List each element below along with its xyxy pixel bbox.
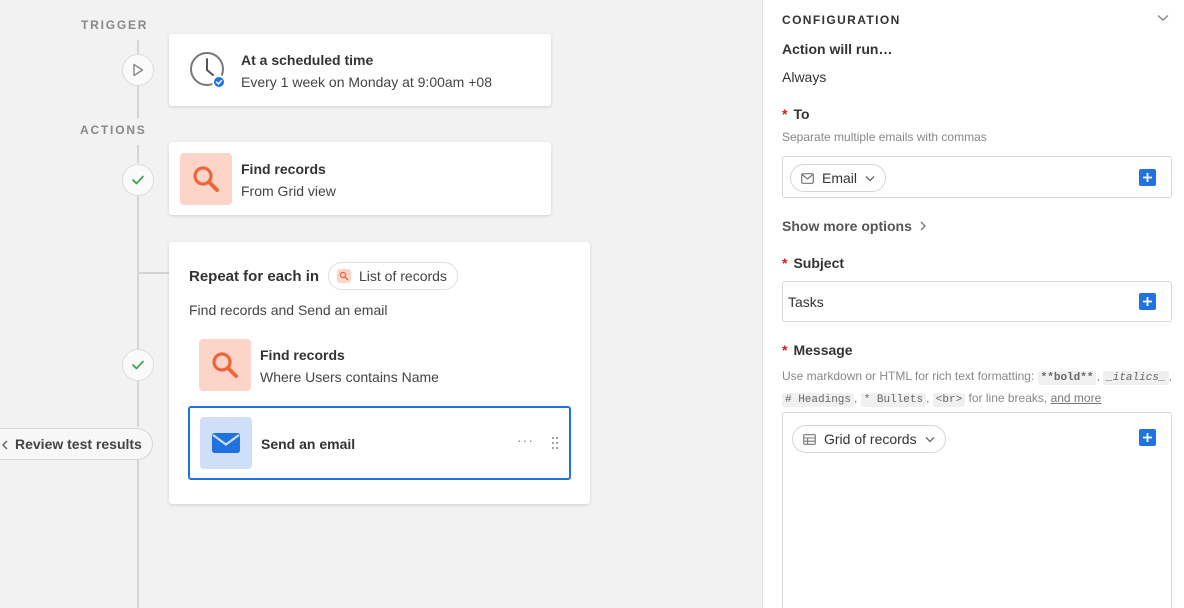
message-field[interactable]: Grid of records bbox=[782, 412, 1172, 608]
and-more-link[interactable]: and more bbox=[1051, 391, 1102, 405]
chevron-right-icon bbox=[920, 221, 926, 231]
to-add-field-button[interactable] bbox=[1139, 169, 1156, 186]
message-label-text: Message bbox=[793, 342, 853, 358]
find-records-title: Find records bbox=[241, 161, 326, 177]
plus-icon bbox=[1143, 433, 1152, 442]
plus-icon bbox=[1143, 297, 1152, 306]
nested-find-subtitle: Where Users contains Name bbox=[260, 369, 439, 385]
find-records-tile bbox=[180, 153, 232, 205]
to-label-text: To bbox=[793, 106, 810, 122]
pill-label: List of records bbox=[359, 268, 447, 284]
to-label: * To bbox=[782, 106, 810, 122]
show-more-label: Show more options bbox=[782, 218, 912, 234]
code-bullets-example: * Bullets bbox=[860, 393, 927, 407]
subject-value: Tasks bbox=[788, 294, 824, 310]
chevron-left-icon bbox=[1, 440, 8, 450]
configuration-heading: CONFIGURATION bbox=[782, 13, 901, 27]
trigger-title: At a scheduled time bbox=[241, 52, 374, 68]
envelope-outline-icon bbox=[801, 172, 814, 184]
configuration-panel: CONFIGURATION Action will run… Always * T… bbox=[762, 0, 1184, 608]
search-icon bbox=[337, 269, 351, 283]
to-help-text: Separate multiple emails with commas bbox=[782, 130, 987, 144]
trigger-play-node[interactable] bbox=[122, 54, 154, 86]
list-of-records-pill[interactable]: List of records bbox=[328, 262, 458, 290]
drag-handle-icon[interactable] bbox=[551, 436, 559, 455]
required-marker: * bbox=[782, 342, 788, 358]
help-prefix: Use markdown or HTML for rich text forma… bbox=[782, 369, 1035, 383]
code-italics-example: _italics_ bbox=[1103, 371, 1169, 385]
play-icon bbox=[133, 63, 144, 77]
subject-add-field-button[interactable] bbox=[1139, 293, 1156, 310]
repeat-prefix: Repeat for each in bbox=[189, 268, 320, 285]
subject-label: * Subject bbox=[782, 255, 844, 271]
send-email-step[interactable]: Send an email ··· bbox=[188, 406, 571, 480]
message-help-text: Use markdown or HTML for rich text forma… bbox=[782, 369, 1172, 407]
action-will-run-label: Action will run… bbox=[782, 41, 893, 57]
nested-find-tile bbox=[199, 339, 251, 391]
connector-line bbox=[137, 86, 139, 118]
required-marker: * bbox=[782, 255, 788, 271]
connector-line bbox=[137, 460, 139, 608]
nested-find-records-step[interactable]: Find records Where Users contains Name bbox=[187, 334, 571, 394]
search-icon bbox=[193, 166, 219, 192]
connector-line bbox=[137, 145, 139, 163]
check-icon bbox=[132, 360, 144, 370]
more-options-icon[interactable]: ··· bbox=[517, 432, 534, 448]
required-marker: * bbox=[782, 106, 788, 122]
grid-chip-label: Grid of records bbox=[824, 431, 917, 447]
repeat-group-card[interactable]: Repeat for each in List of records Find … bbox=[169, 242, 590, 504]
check-icon bbox=[132, 175, 144, 185]
search-icon bbox=[212, 352, 238, 378]
code-bold-example: **bold** bbox=[1037, 371, 1097, 385]
review-button-label: Review test results bbox=[15, 436, 142, 452]
subject-field[interactable]: Tasks bbox=[782, 281, 1172, 322]
help-linebreaks: for line breaks, bbox=[968, 391, 1048, 405]
clock-icon bbox=[188, 50, 228, 90]
code-br-example: <br> bbox=[932, 393, 966, 407]
message-add-field-button[interactable] bbox=[1139, 429, 1156, 446]
show-more-options-link[interactable]: Show more options bbox=[782, 218, 926, 234]
collapse-chevron-icon[interactable] bbox=[1157, 14, 1169, 22]
chevron-down-icon bbox=[865, 175, 875, 181]
run-condition-value[interactable]: Always bbox=[782, 69, 826, 85]
repeat-description: Find records and Send an email bbox=[189, 302, 388, 318]
trigger-subtitle: Every 1 week on Monday at 9:00am +08 bbox=[241, 74, 492, 90]
trigger-section-label: TRIGGER bbox=[81, 18, 149, 32]
nested-find-title: Find records bbox=[260, 347, 345, 363]
to-field[interactable]: Email bbox=[782, 156, 1172, 198]
find-records-subtitle: From Grid view bbox=[241, 183, 336, 199]
email-token-chip[interactable]: Email bbox=[790, 164, 887, 192]
connector-line bbox=[137, 40, 139, 54]
message-label: * Message bbox=[782, 342, 853, 358]
grid-of-records-token-chip[interactable]: Grid of records bbox=[792, 425, 946, 453]
subject-label-text: Subject bbox=[793, 255, 845, 271]
connector-line bbox=[137, 381, 139, 427]
envelope-icon bbox=[212, 433, 240, 453]
automation-canvas: TRIGGER ACTIONS At a scheduled time Ever… bbox=[0, 0, 762, 608]
actions-section-label: ACTIONS bbox=[80, 123, 147, 137]
code-headings-example: # Headings bbox=[782, 393, 855, 407]
review-test-results-button[interactable]: Review test results bbox=[0, 428, 153, 460]
branch-connector bbox=[137, 272, 170, 274]
send-email-tile bbox=[200, 417, 252, 469]
send-email-title: Send an email bbox=[261, 436, 356, 452]
chevron-down-icon bbox=[925, 436, 935, 442]
find-records-status-node[interactable] bbox=[122, 164, 154, 196]
repeat-status-node[interactable] bbox=[122, 349, 154, 381]
grid-icon bbox=[803, 433, 816, 445]
plus-icon bbox=[1143, 173, 1152, 182]
email-chip-label: Email bbox=[822, 170, 858, 186]
find-records-card[interactable]: Find records From Grid view bbox=[169, 142, 551, 215]
trigger-card[interactable]: At a scheduled time Every 1 week on Mond… bbox=[169, 34, 551, 106]
